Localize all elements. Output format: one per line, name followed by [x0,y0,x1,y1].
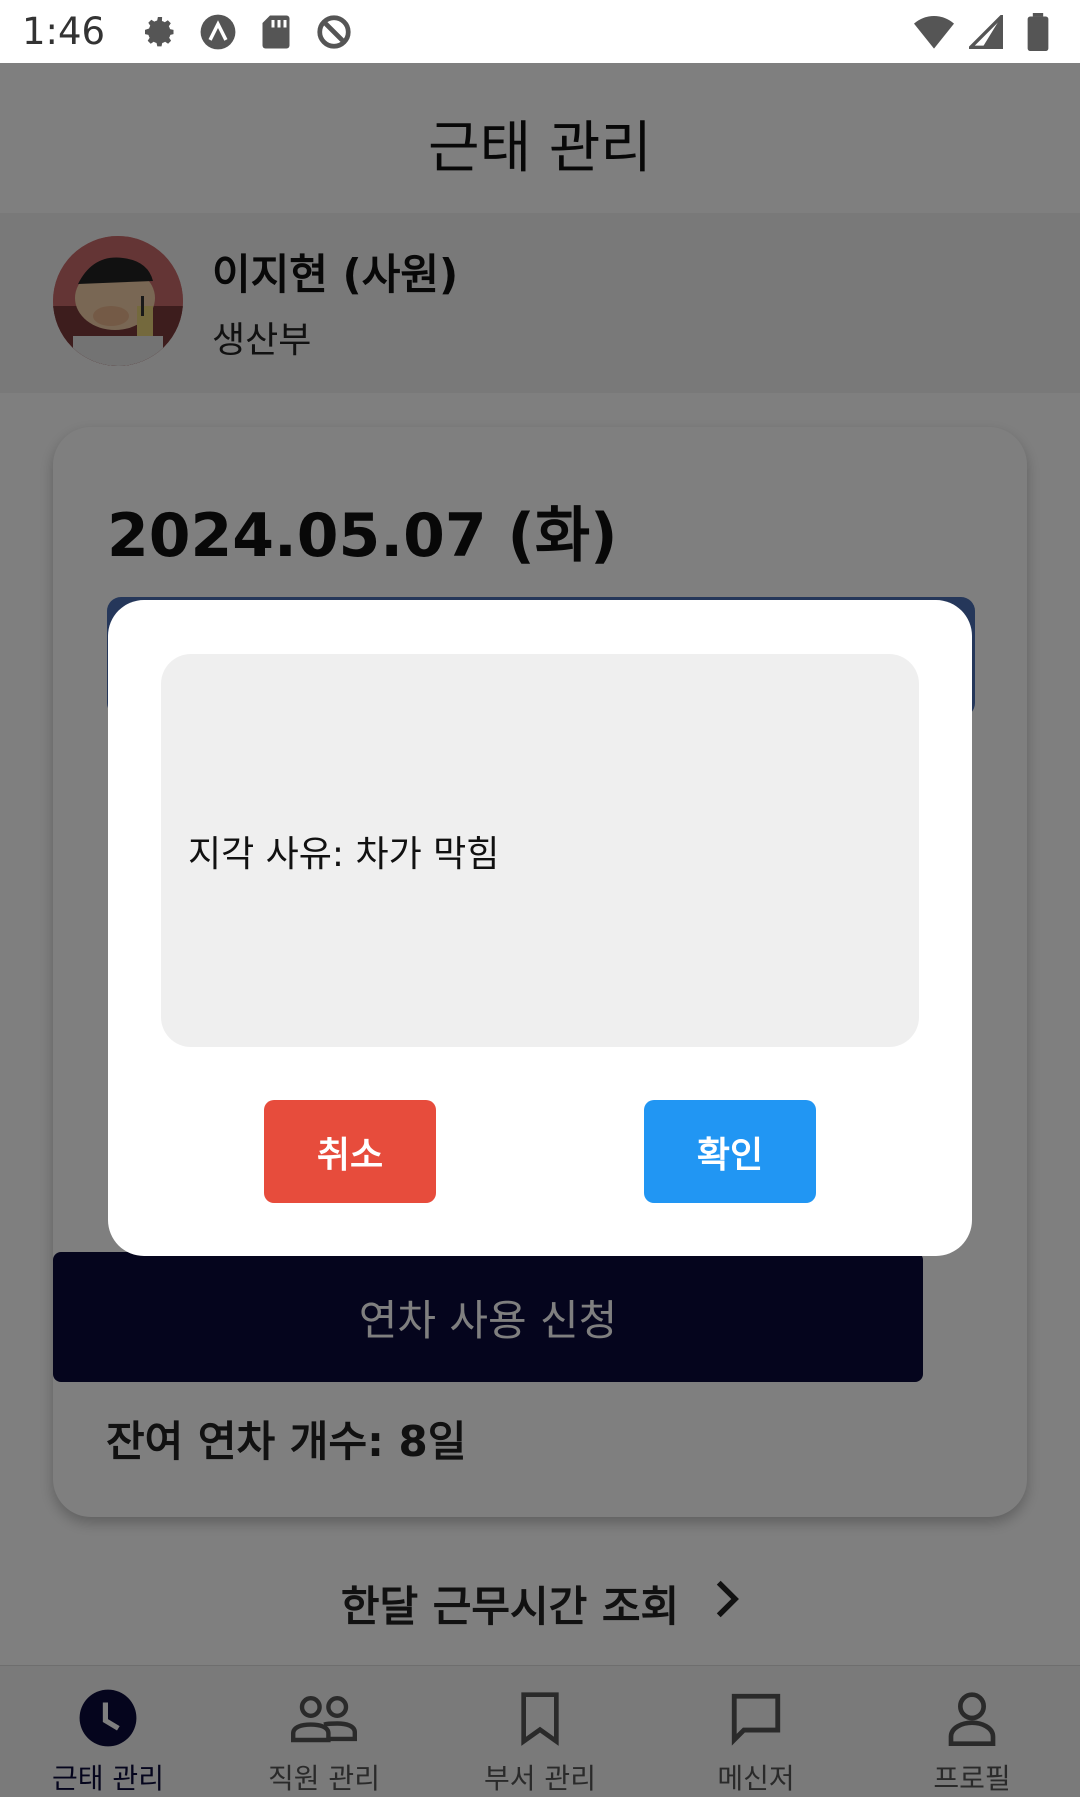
status-icons-right [914,12,1058,52]
status-bar: 1:46 [0,0,1080,63]
app-logo-icon [198,12,238,52]
cancel-button[interactable]: 취소 [264,1100,436,1203]
status-time: 1:46 [22,10,106,53]
late-reason-text: 지각 사유: 차가 막힘 [188,833,500,875]
settings-icon [140,12,180,52]
late-reason-dialog: 지각 사유: 차가 막힘 취소 확인 [108,600,972,1256]
no-sync-icon [314,12,354,52]
confirm-button[interactable]: 확인 [644,1100,816,1203]
reason-box: 지각 사유: 차가 막힘 [161,654,919,1047]
status-icons-left [140,12,354,52]
sd-card-icon [256,12,296,52]
signal-icon [966,12,1006,52]
wifi-icon [914,12,954,52]
battery-icon [1018,12,1058,52]
